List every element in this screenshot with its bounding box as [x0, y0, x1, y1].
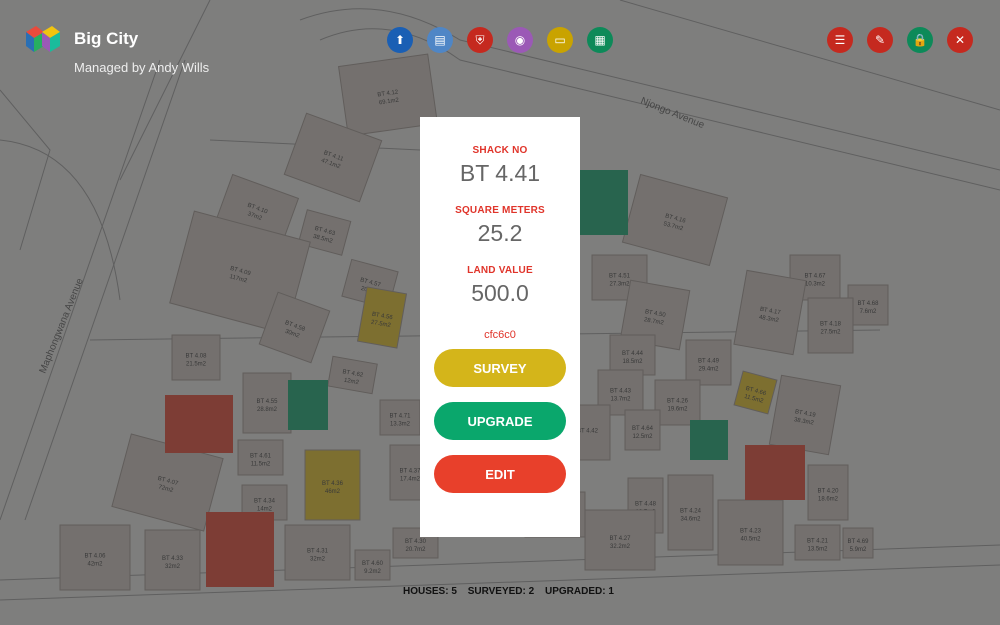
- square-meters-label: SQUARE METERS: [455, 205, 545, 216]
- houses-count: HOUSES: 5: [403, 586, 457, 597]
- shack-no-label: SHACK NO: [472, 145, 528, 156]
- color-hex-code: cfc6c0: [484, 329, 516, 341]
- square-meters-value: 25.2: [477, 220, 523, 246]
- upload-button[interactable]: ⬆: [387, 27, 413, 53]
- list-button[interactable]: ☰: [827, 27, 853, 53]
- chat-button[interactable]: ▭: [547, 27, 573, 53]
- pencil-button[interactable]: ✎: [867, 27, 893, 53]
- record-button[interactable]: ◉: [507, 27, 533, 53]
- close-button[interactable]: ✕: [947, 27, 973, 53]
- document-button[interactable]: ▤: [427, 27, 453, 53]
- city-logo-icon: [26, 26, 60, 52]
- edit-button[interactable]: EDIT: [434, 455, 566, 493]
- survey-button[interactable]: SURVEY: [434, 349, 566, 387]
- shack-no-value: BT 4.41: [459, 160, 541, 186]
- upload-icon: ⬆: [394, 33, 406, 47]
- briefcase-button[interactable]: ▦: [587, 27, 613, 53]
- shield-button[interactable]: ⛨: [467, 27, 493, 53]
- land-value-value: 500.0: [471, 280, 529, 306]
- app-subtitle: Managed by Andy Wills: [74, 60, 210, 75]
- list-icon: ☰: [834, 33, 846, 47]
- close-icon: ✕: [954, 33, 966, 47]
- lock-icon: 🔒: [912, 33, 928, 47]
- upgraded-count: UPGRADED: 1: [544, 586, 614, 597]
- shack-details-panel: SHACK NO BT 4.41 SQUARE METERS 25.2 LAND…: [420, 117, 580, 537]
- record-icon: ◉: [514, 33, 526, 47]
- land-value-label: LAND VALUE: [467, 265, 533, 276]
- shield-icon: ⛨: [475, 32, 485, 47]
- lock-button[interactable]: 🔒: [907, 27, 933, 53]
- stats-bar: HOUSES: 5 SURVEYED: 2 UPGRADED: 1: [403, 586, 622, 597]
- actions-toolbar: ☰ ✎ 🔒 ✕: [827, 27, 973, 53]
- toolbar: ⬆ ▤ ⛨ ◉ ▭ ▦: [387, 27, 613, 53]
- pencil-icon: ✎: [874, 33, 886, 47]
- briefcase-icon: ▦: [594, 33, 606, 47]
- document-icon: ▤: [434, 33, 446, 47]
- chat-icon: ▭: [554, 33, 566, 47]
- upgrade-button[interactable]: UPGRADE: [434, 402, 566, 440]
- app-title: Big City: [74, 29, 139, 48]
- surveyed-count: SURVEYED: 2: [467, 586, 535, 597]
- app-header: Big City Managed by Andy Wills: [26, 26, 209, 75]
